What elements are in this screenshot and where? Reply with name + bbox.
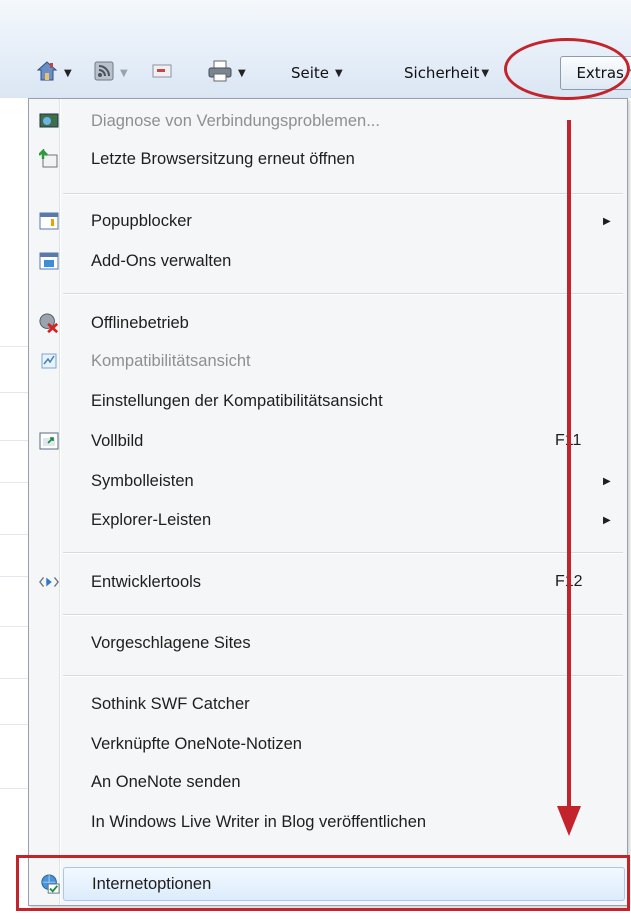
menu-item-label: Symbolleisten — [91, 471, 194, 490]
menu-item-popup-blocker[interactable]: Popupblocker ▶ — [29, 204, 627, 238]
menu-item-diagnose[interactable]: Diagnose von Verbindungsproblemen... — [29, 104, 627, 138]
menu-item-label: In Windows Live Writer in Blog veröffent… — [91, 812, 427, 831]
chevron-down-icon: ▼ — [335, 67, 343, 79]
home-icon — [36, 60, 58, 86]
menu-item-label: Vorgeschlagene Sites — [91, 633, 251, 652]
page-menu-label: Seite — [291, 64, 330, 82]
mail-icon — [152, 62, 172, 84]
submenu-arrow-icon: ▶ — [603, 475, 611, 487]
popup-blocker-icon — [39, 211, 59, 231]
annotation-arrow-shaft — [567, 120, 571, 810]
menu-item-label: Entwicklertools — [91, 572, 202, 591]
safety-menu-button[interactable]: Sicherheit ▼ — [404, 58, 489, 88]
developer-tools-icon — [39, 572, 59, 592]
mail-button[interactable] — [152, 58, 172, 88]
chevron-down-icon[interactable]: ▼ — [238, 68, 246, 79]
menu-item-label: Sothink SWF Catcher — [91, 694, 250, 713]
chevron-down-icon[interactable]: ▼ — [64, 68, 72, 79]
menu-item-toolbars[interactable]: Symbolleisten ▶ — [29, 464, 627, 498]
submenu-arrow-icon: ▶ — [603, 514, 611, 526]
menu-item-send-to-onenote[interactable]: An OneNote senden — [29, 765, 627, 799]
menu-item-compat-view[interactable]: Kompatibilitätsansicht — [29, 344, 627, 378]
printer-icon — [208, 60, 232, 86]
safety-menu-label: Sicherheit — [404, 64, 480, 82]
home-button[interactable]: ▼ — [36, 58, 72, 88]
network-diagnose-icon — [39, 111, 59, 131]
annotation-highlight-box — [16, 855, 630, 911]
menu-item-linked-onenote-notes[interactable]: Verknüpfte OneNote-Notizen — [29, 727, 627, 761]
menu-item-manage-addons[interactable]: Add-Ons verwalten — [29, 244, 627, 278]
menu-item-label: Vollbild — [91, 431, 144, 450]
reopen-session-icon — [39, 149, 59, 169]
menu-item-fullscreen[interactable]: Vollbild F11 — [29, 424, 627, 458]
menu-item-suggested-sites[interactable]: Vorgeschlagene Sites — [29, 626, 627, 660]
fullscreen-icon — [39, 431, 59, 451]
menu-item-label: Popupblocker — [91, 211, 192, 230]
annotation-arrow-head — [557, 806, 581, 836]
rss-feeds-icon — [94, 61, 114, 85]
feeds-button[interactable]: ▼ — [94, 58, 128, 88]
offline-icon — [39, 313, 59, 334]
menu-item-compat-settings[interactable]: Einstellungen der Kompatibilitätsansicht — [29, 384, 627, 418]
menu-item-offline[interactable]: Offlinebetrieb — [29, 306, 627, 340]
print-button[interactable]: ▼ — [208, 58, 246, 88]
page-background-strip — [0, 98, 28, 919]
menu-item-blog-in-windows-live-writer[interactable]: In Windows Live Writer in Blog veröffent… — [29, 805, 627, 839]
extras-dropdown-menu: Diagnose von Verbindungsproblemen... Let… — [28, 98, 628, 906]
menu-item-label: Einstellungen der Kompatibilitätsansicht — [91, 391, 383, 410]
menu-item-sothink-swf-catcher[interactable]: Sothink SWF Catcher — [29, 687, 627, 721]
menu-item-developer-tools[interactable]: Entwicklertools F12 — [29, 565, 627, 599]
addons-icon — [39, 251, 59, 271]
compat-view-icon — [39, 351, 59, 371]
chevron-down-icon[interactable]: ▼ — [120, 68, 128, 79]
menu-item-label: Diagnose von Verbindungsproblemen... — [91, 111, 380, 130]
menu-item-label: Verknüpfte OneNote-Notizen — [91, 734, 302, 753]
menu-item-label: Kompatibilitätsansicht — [91, 351, 251, 370]
menu-item-reopen-session[interactable]: Letzte Browsersitzung erneut öffnen — [29, 142, 627, 176]
chevron-down-icon: ▼ — [481, 67, 490, 79]
page-menu-button[interactable]: Seite ▼ — [291, 58, 343, 88]
menu-item-label: Letzte Browsersitzung erneut öffnen — [91, 149, 355, 168]
menu-item-label: An OneNote senden — [91, 772, 241, 791]
annotation-ellipse — [504, 38, 630, 100]
menu-item-label: Explorer-Leisten — [91, 510, 212, 529]
menu-item-label: Offlinebetrieb — [91, 313, 189, 332]
submenu-arrow-icon: ▶ — [603, 215, 611, 227]
menu-item-explorer-bars[interactable]: Explorer-Leisten ▶ — [29, 503, 627, 537]
menu-item-label: Add-Ons verwalten — [91, 251, 232, 270]
